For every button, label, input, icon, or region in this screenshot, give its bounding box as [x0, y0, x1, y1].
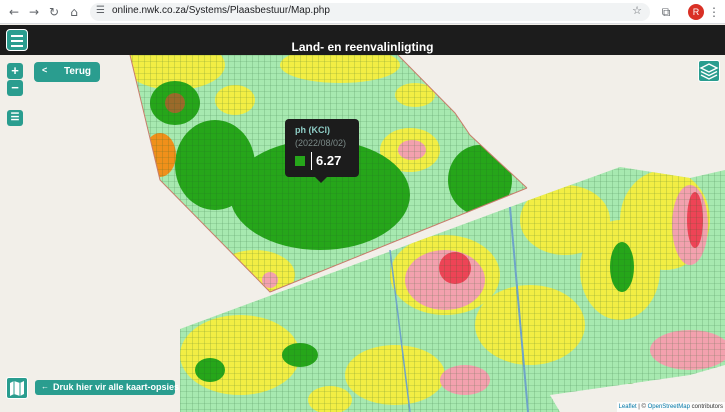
list-icon: ☰ — [10, 112, 20, 123]
arrow-left-icon: ← — [41, 382, 49, 391]
url-text: online.nwk.co.za/Systems/Plaasbestuur/Ma… — [112, 5, 330, 16]
extensions-icon[interactable]: ⧉ — [658, 4, 674, 20]
folded-map-icon — [10, 381, 24, 396]
leaflet-link[interactable]: Leaflet — [619, 404, 637, 410]
map-canvas[interactable]: + − ☰ < Terug ph (KCl) (2022/08/02) 6.27… — [0, 55, 725, 412]
tooltip-value: 6.27 — [316, 153, 342, 168]
layers-icon — [699, 63, 719, 80]
back-button[interactable]: < Terug — [34, 62, 100, 82]
site-info-icon[interactable]: ☰ — [96, 5, 105, 16]
osm-link[interactable]: OpenStreetMap — [648, 404, 690, 410]
tooltip-separator — [311, 152, 312, 170]
page-title: Land- en reenvalinligting — [291, 40, 434, 54]
zoom-out-button[interactable]: − — [7, 80, 23, 96]
map-attribution: Leaflet | © OpenStreetMap contributors — [616, 402, 725, 412]
more-menu-icon[interactable]: ⋮ — [706, 4, 722, 20]
profile-avatar[interactable]: R — [688, 4, 704, 20]
map-tooltip: ph (KCl) (2022/08/02) 6.27 — [285, 119, 359, 183]
bookmark-star-icon[interactable]: ☆ — [632, 4, 642, 17]
back-button-label: Terug — [64, 66, 92, 77]
layers-button[interactable] — [698, 60, 720, 82]
tooltip-date: (2022/08/02) — [295, 138, 347, 148]
back-arrow-icon[interactable]: ← — [6, 4, 22, 20]
forward-arrow-icon[interactable]: → — [26, 4, 42, 20]
address-bar[interactable]: ☰ online.nwk.co.za/Systems/Plaasbestuur/… — [90, 3, 650, 21]
reload-icon[interactable]: ↻ — [46, 4, 62, 20]
browser-toolbar: ← → ↻ ⌂ ☰ online.nwk.co.za/Systems/Plaas… — [0, 0, 725, 24]
map-options-toggle[interactable] — [6, 377, 28, 399]
tooltip-title: ph (KCl) — [295, 125, 330, 135]
map-options-button[interactable]: ← Druk hier vir alle kaart-opsies — [35, 380, 179, 395]
chevron-left-icon: < — [42, 65, 48, 75]
map-options-label: Druk hier vir alle kaart-opsies — [53, 382, 180, 392]
zoom-in-button[interactable]: + — [7, 63, 23, 79]
home-icon[interactable]: ⌂ — [66, 4, 82, 20]
legend-toggle-button[interactable]: ☰ — [7, 110, 23, 126]
soil-map-layer — [129, 55, 725, 412]
tooltip-color-swatch — [295, 156, 305, 166]
